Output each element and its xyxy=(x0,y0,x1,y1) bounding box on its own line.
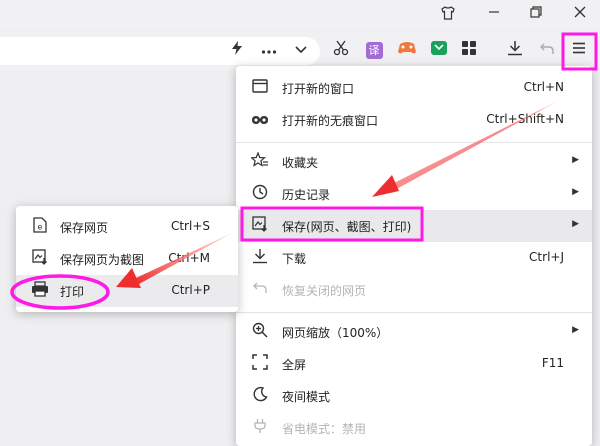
menu-item-shortcut: Ctrl+N xyxy=(523,80,564,94)
scissors-icon[interactable] xyxy=(330,40,352,62)
close-icon[interactable] xyxy=(570,5,590,25)
menu-divider xyxy=(236,142,592,143)
printer-icon xyxy=(30,281,50,301)
menu-item-fullscreen[interactable]: 全屏 F11 xyxy=(236,348,592,380)
star-list-icon xyxy=(249,151,270,172)
submenu-item-save-page[interactable]: e 保存网页 Ctrl+S xyxy=(16,211,238,243)
menu-item-label: 下载 xyxy=(282,252,307,266)
chevron-right-icon: ▶ xyxy=(572,325,579,335)
menu-item-new-incognito-window[interactable]: 打开新的无痕窗口 Ctrl+Shift+N xyxy=(236,104,592,136)
menu-item-label: 打开新的窗口 xyxy=(282,82,355,96)
lightning-icon[interactable] xyxy=(226,40,248,62)
moon-icon xyxy=(250,386,270,406)
menu-item-label: 打开新的无痕窗口 xyxy=(282,114,379,128)
save-icon xyxy=(250,216,270,236)
menu-item-label: 收藏夹 xyxy=(282,156,319,170)
menu-item-downloads[interactable]: 下载 Ctrl+J xyxy=(236,242,592,274)
translate-badge: 译 xyxy=(365,42,383,59)
minimize-icon[interactable] xyxy=(484,5,504,25)
plug-icon xyxy=(250,418,270,438)
restore-window-icon[interactable] xyxy=(526,5,546,25)
menu-item-label: 保存(网页、截图、打印) xyxy=(282,220,412,234)
menu-hamburger-icon[interactable] xyxy=(568,40,590,62)
menu-item-label: 历史记录 xyxy=(282,188,331,202)
menu-item-shortcut: F11 xyxy=(541,356,564,370)
menu-item-new-window[interactable]: 打开新的窗口 Ctrl+N xyxy=(236,72,592,104)
submenu-item-save-screenshot[interactable]: 保存网页为截图 Ctrl+M xyxy=(16,243,238,275)
game-icon[interactable] xyxy=(396,40,418,62)
window-icon xyxy=(250,78,270,98)
reader-icon[interactable] xyxy=(428,40,450,62)
menu-item-history[interactable]: 历史记录 ▶ xyxy=(236,178,592,210)
restore-icon xyxy=(250,280,270,300)
chevron-down-icon[interactable] xyxy=(290,40,312,62)
submenu-item-label: 打印 xyxy=(60,285,85,299)
menu-item-zoom[interactable]: 网页缩放（100%） ▶ xyxy=(236,316,592,348)
download-icon[interactable] xyxy=(504,40,526,62)
download-icon xyxy=(250,248,270,268)
menu-divider xyxy=(236,312,592,313)
fullscreen-icon xyxy=(250,354,270,374)
clock-icon xyxy=(250,184,270,204)
menu-item-save[interactable]: 保存(网页、截图、打印) ▶ xyxy=(236,210,592,242)
apps-grid-icon[interactable] xyxy=(458,40,480,62)
menu-item-shortcut: Ctrl+Shift+N xyxy=(486,112,564,126)
save-page-icon: e xyxy=(30,217,50,237)
screenshot-icon xyxy=(30,249,50,269)
menu-item-label: 网页缩放（100%） xyxy=(282,326,389,340)
menu-item-power-saving[interactable]: 省电模式：禁用 xyxy=(236,412,592,444)
submenu-item-shortcut: Ctrl+S xyxy=(170,219,210,233)
submenu-item-print[interactable]: 打印 Ctrl+P xyxy=(16,275,238,307)
main-menu: 打开新的窗口 Ctrl+N 打开新的无痕窗口 Ctrl+Shift+N 收藏夹 … xyxy=(236,66,592,446)
svg-text:e: e xyxy=(38,223,43,232)
submenu-item-shortcut: Ctrl+M xyxy=(168,251,210,265)
toolbar: 译 xyxy=(0,32,600,70)
submenu-item-label: 保存网页 xyxy=(60,221,109,235)
menu-item-night-mode[interactable]: 夜间模式 xyxy=(236,380,592,412)
skin-icon[interactable] xyxy=(438,5,458,25)
submenu-item-label: 保存网页为截图 xyxy=(60,253,145,267)
chevron-right-icon: ▶ xyxy=(572,155,579,165)
menu-item-label: 全屏 xyxy=(282,358,307,372)
menu-item-label: 省电模式：禁用 xyxy=(282,422,367,436)
menu-item-label: 恢复关闭的网页 xyxy=(282,284,367,298)
menu-item-label: 夜间模式 xyxy=(282,390,331,404)
title-bar xyxy=(0,0,600,30)
more-dots-icon[interactable] xyxy=(258,40,280,62)
save-submenu: e 保存网页 Ctrl+S 保存网页为截图 Ctrl+M 打印 Ctrl+P xyxy=(16,206,238,312)
submenu-item-shortcut: Ctrl+P xyxy=(171,283,210,297)
translate-icon[interactable]: 译 xyxy=(363,40,385,62)
chevron-right-icon: ▶ xyxy=(572,187,579,197)
chevron-right-icon: ▶ xyxy=(572,219,579,229)
menu-item-shortcut: Ctrl+J xyxy=(529,250,564,264)
menu-item-restore-closed: 恢复关闭的网页 xyxy=(236,274,592,306)
undo-icon[interactable] xyxy=(536,40,558,62)
menu-item-favorites[interactable]: 收藏夹 ▶ xyxy=(236,146,592,178)
zoom-icon xyxy=(250,322,270,342)
incognito-icon xyxy=(250,110,270,130)
